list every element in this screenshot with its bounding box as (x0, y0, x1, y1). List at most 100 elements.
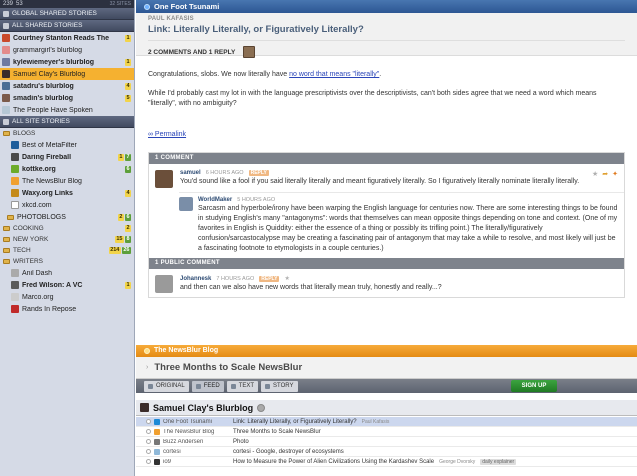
story-title[interactable]: Link: Literally Literally, or Figurative… (148, 24, 625, 35)
sidebar-feed-item[interactable]: The NewsBlur Blog (0, 175, 134, 187)
tab-text[interactable]: TEXT (226, 380, 259, 392)
shared-icon (3, 22, 9, 29)
sidebar-feed-item[interactable]: Fred Wilson: A VC 1 (0, 279, 134, 291)
story-list-row[interactable]: io9 How to Measure the Power of Alien Civ… (136, 457, 637, 467)
story-row-tag[interactable]: daily explainer (480, 458, 517, 465)
gear-icon[interactable] (257, 403, 266, 412)
sidebar-feed-item[interactable]: Anil Dash (0, 267, 134, 279)
feed-favicon-icon (11, 141, 19, 149)
sidebar-feed-item[interactable]: Samuel Clay's Blurblog (0, 68, 134, 80)
sidebar-feed-item[interactable]: kottke.org 6 (0, 163, 134, 175)
folder-writers[interactable]: WRITERS (0, 256, 134, 267)
permalink-link[interactable]: ∞ Permalink (148, 130, 625, 140)
story-list-row[interactable]: cortesi cortesi - Google, destroyer of ec… (136, 447, 637, 457)
tab-original[interactable]: ORIGINAL (144, 380, 189, 392)
comment-text: You'd sound like a fool if you said lite… (180, 178, 580, 185)
folder-blogs[interactable]: BLOGS (0, 128, 134, 139)
all-site-header[interactable]: ALL SITE STORIES (0, 116, 134, 128)
unread-count: 1 (117, 153, 124, 161)
unread-count: 1 (124, 281, 131, 289)
public-reply-button[interactable]: REPLY (259, 275, 280, 282)
unread-count: 4 (124, 189, 131, 197)
story-row-title: How to Measure the Power of Alien Civili… (233, 458, 435, 465)
sidebar-feed-item[interactable]: Daring Fireball 1 7 (0, 151, 134, 163)
sidebar-feed-item[interactable]: grammargirl's blurblog (0, 44, 134, 56)
star-icon[interactable]: ★ (592, 170, 598, 178)
feed-name: Rands In Repose (22, 305, 77, 313)
sidebar-feed-item[interactable]: xkcd.com (0, 199, 134, 211)
comments-count[interactable]: 2 COMMENTS AND 1 REPLY (148, 49, 235, 56)
public-comment-username[interactable]: Johannesk (180, 276, 211, 282)
folder-icon (3, 248, 10, 253)
folder-photoblogs[interactable]: PHOTOBLOGS 2 6 (0, 211, 134, 223)
share-icon[interactable]: ➦ (602, 170, 608, 178)
sidebar-feed-item[interactable]: smadin's blurblog 5 (0, 92, 134, 104)
feed-favicon-icon (2, 58, 10, 66)
feed-favicon-icon (11, 305, 19, 313)
tab-feed[interactable]: FEED (191, 380, 224, 392)
site-count: 32 SITES (109, 1, 131, 7)
folder-newyork[interactable]: NEW YORK 15 8 (0, 234, 134, 245)
folder-cooking[interactable]: COOKING 2 (0, 223, 134, 234)
feed-name: xkcd.com (22, 201, 52, 209)
star-icon[interactable]: ★ (284, 275, 289, 282)
read-marker-icon[interactable] (146, 419, 151, 424)
reply-avatar[interactable] (179, 197, 193, 211)
tab-label: ORIGINAL (156, 382, 185, 389)
sidebar-feed-item[interactable]: Best of MetaFilter (0, 139, 134, 151)
story-row-author: George Dvorsky (439, 458, 476, 465)
feed-name: Courtney Stanton Reads The (13, 34, 110, 42)
next-feed-title: The NewsBlur Blog (154, 347, 219, 354)
story-list-row[interactable]: One Foot Tsunami Link: Literally Literall… (136, 417, 637, 427)
feed-name: satadru's blurblog (13, 82, 74, 90)
feed-favicon-icon (2, 106, 10, 114)
read-marker-icon[interactable] (146, 459, 151, 464)
sidebar-feed-item[interactable]: Waxy.org Links 4 (0, 187, 134, 199)
story-feed-name: The NewsBlur Blog (163, 428, 215, 435)
like-icon[interactable]: ✦ (612, 170, 618, 178)
all-shared-header[interactable]: ALL SHARED STORIES (0, 20, 134, 32)
story-feed-icon (154, 418, 160, 425)
sidebar-feed-item[interactable]: Rands In Repose (0, 303, 134, 315)
comment-avatar[interactable] (155, 170, 173, 188)
story-link[interactable]: no word that means "literally" (289, 71, 379, 78)
comment-username[interactable]: samuel (180, 170, 201, 176)
folder-icon (3, 259, 10, 264)
global-shared-header[interactable]: GLOBAL SHARED STORIES (0, 8, 134, 20)
feed-list-title: Samuel Clay's Blurblog (153, 402, 254, 413)
story-list-row[interactable]: Buzz Andersen Photo (136, 437, 637, 447)
commenter-avatar[interactable] (243, 46, 256, 58)
signup-button[interactable]: SIGN UP (511, 380, 557, 392)
sidebar-feed-item[interactable]: The People Have Spoken (0, 104, 134, 116)
folder-icon (3, 226, 10, 231)
public-comment-time: 7 HOURS AGO (216, 275, 255, 282)
public-comment-body: Johannesk 7 HOURS AGO REPLY ★ and then c… (180, 275, 618, 293)
story-feed-name: Buzz Andersen (163, 438, 204, 445)
public-comment-avatar[interactable] (155, 275, 173, 293)
story-list-row[interactable]: The NewsBlur Blog Three Months to Scale N… (136, 427, 637, 437)
sidebar-feed-item[interactable]: satadru's blurblog 4 (0, 80, 134, 92)
read-marker-icon[interactable] (146, 439, 151, 444)
read-marker-icon[interactable] (146, 429, 151, 434)
folder-tech[interactable]: TECH 214 26 (0, 245, 134, 256)
read-marker-icon[interactable] (146, 449, 151, 454)
sidebar-feed-item[interactable]: kylewiemeyer's blurblog 1 (0, 56, 134, 68)
feed-icon (144, 3, 150, 10)
story-header: PAUL KAFASIS Link: Literally Literally, … (136, 13, 637, 58)
story-list: One Foot Tsunami Link: Literally Literall… (136, 417, 637, 467)
next-story-preview[interactable]: › Three Months to Scale NewsBlur (136, 357, 637, 379)
next-feed-bar[interactable]: The NewsBlur Blog (136, 345, 637, 357)
sidebar-feed-item[interactable]: Courtney Stanton Reads The 1 (0, 32, 134, 44)
sidebar-feed-item[interactable]: Marco.org (0, 291, 134, 303)
tab-label: STORY (273, 382, 294, 389)
tab-story[interactable]: STORY (261, 380, 298, 392)
feed-name: Samuel Clay's Blurblog (13, 70, 86, 78)
folder-label: BLOGS (13, 130, 36, 137)
feed-favicon-icon (11, 189, 19, 197)
story-feed-title: One Foot Tsunami (154, 2, 220, 11)
reply-username[interactable]: WorldMaker (198, 197, 232, 203)
unread-count: 1 (124, 34, 131, 42)
reply-button[interactable]: REPLY (248, 170, 269, 176)
story-feed-bar[interactable]: One Foot Tsunami (136, 0, 637, 13)
story-row-title: Link: Literally Literally, or Figurative… (233, 418, 357, 425)
